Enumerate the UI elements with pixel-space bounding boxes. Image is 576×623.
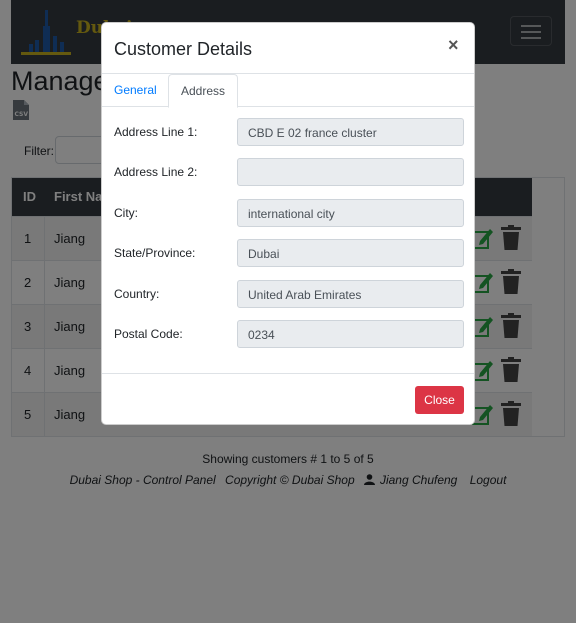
modal-tabs: General Address bbox=[102, 74, 474, 108]
tab-address[interactable]: Address bbox=[168, 74, 239, 108]
address-line-2-field[interactable] bbox=[237, 158, 464, 186]
address-line-1-field[interactable]: CBD E 02 france cluster bbox=[237, 118, 464, 146]
postal-code-row: Postal Code: 0234 bbox=[114, 320, 464, 348]
state-province-field[interactable]: Dubai bbox=[237, 239, 464, 267]
customer-details-modal: Customer Details × General Address Addre… bbox=[101, 22, 475, 425]
postal-code-field[interactable]: 0234 bbox=[237, 320, 464, 348]
tab-general[interactable]: General bbox=[102, 74, 169, 107]
city-row: City: international city bbox=[114, 199, 464, 227]
address-line-1-label: Address Line 1: bbox=[114, 125, 198, 139]
address-line-1-row: Address Line 1: CBD E 02 france cluster bbox=[114, 118, 464, 146]
country-row: Country: United Arab Emirates bbox=[114, 280, 464, 308]
city-field[interactable]: international city bbox=[237, 199, 464, 227]
close-icon[interactable]: × bbox=[448, 35, 459, 56]
country-label: Country: bbox=[114, 287, 160, 301]
address-line-2-label: Address Line 2: bbox=[114, 165, 198, 179]
state-province-label: State/Province: bbox=[114, 246, 196, 260]
state-province-row: State/Province: Dubai bbox=[114, 239, 464, 267]
country-field[interactable]: United Arab Emirates bbox=[237, 280, 464, 308]
modal-title: Customer Details bbox=[114, 39, 253, 59]
modal-header: Customer Details × bbox=[102, 23, 474, 74]
modal-footer: Close bbox=[102, 373, 474, 424]
postal-code-label: Postal Code: bbox=[114, 327, 183, 341]
city-label: City: bbox=[114, 206, 138, 220]
address-line-2-row: Address Line 2: bbox=[114, 158, 464, 186]
close-button[interactable]: Close bbox=[415, 386, 464, 414]
